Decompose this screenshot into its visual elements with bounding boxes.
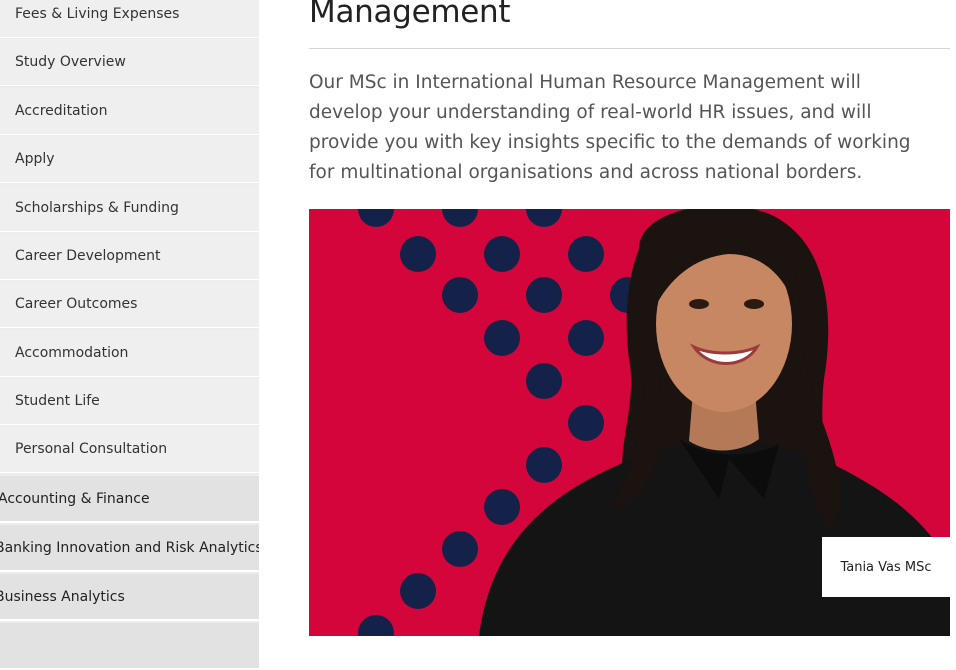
sidebar-item-apply[interactable]: Apply [0,136,259,183]
sidebar-item-personal-consultation[interactable]: Personal Consultation [0,426,259,473]
sidebar-item-label: Scholarships & Funding [15,200,179,216]
sidebar-category-label: Accounting & Finance [0,490,150,507]
sidebar-category-label: Business Analytics [0,588,125,605]
sidebar-item-accreditation[interactable]: Accreditation [0,88,259,135]
sidebar-category-banking-innovation[interactable]: Banking Innovation and Risk Analytics [0,525,259,572]
sidebar-item-label: Personal Consultation [15,441,168,457]
sidebar-item-label: Student Life [15,393,100,409]
sidebar-item-label: Fees & Living Expenses [15,6,180,22]
sidebar-category-label: Banking Innovation and Risk Analytics [0,539,259,556]
sidebar-category-business-analytics[interactable]: Business Analytics [0,574,259,621]
sidebar-item-label: Accommodation [15,345,129,361]
sidebar-item-label: Apply [15,151,55,167]
sidebar-item-study-overview[interactable]: Study Overview [0,39,259,86]
sidebar-item-career-development[interactable]: Career Development [0,233,259,280]
sidebar-category-next[interactable] [0,623,259,670]
title-divider [309,48,950,49]
sidebar-item-student-life[interactable]: Student Life [0,378,259,425]
sidebar-item-label: Career Development [15,248,161,264]
sidebar-item-scholarships[interactable]: Scholarships & Funding [0,185,259,232]
sidebar-category-accounting-finance[interactable]: Accounting & Finance [0,476,259,523]
image-caption: Tania Vas MSc [822,537,950,597]
page-title: Management [309,0,511,30]
sidebar-nav: Fees & Living Expenses Study Overview Ac… [0,0,259,670]
sidebar-item-accommodation[interactable]: Accommodation [0,330,259,377]
sidebar-item-career-outcomes[interactable]: Career Outcomes [0,281,259,328]
sidebar-item-label: Career Outcomes [15,296,138,312]
sidebar-item-fees[interactable]: Fees & Living Expenses [0,0,259,38]
sidebar-item-label: Accreditation [15,103,108,119]
intro-paragraph: Our MSc in International Human Resource … [309,72,911,183]
sidebar-item-label: Study Overview [15,54,126,70]
